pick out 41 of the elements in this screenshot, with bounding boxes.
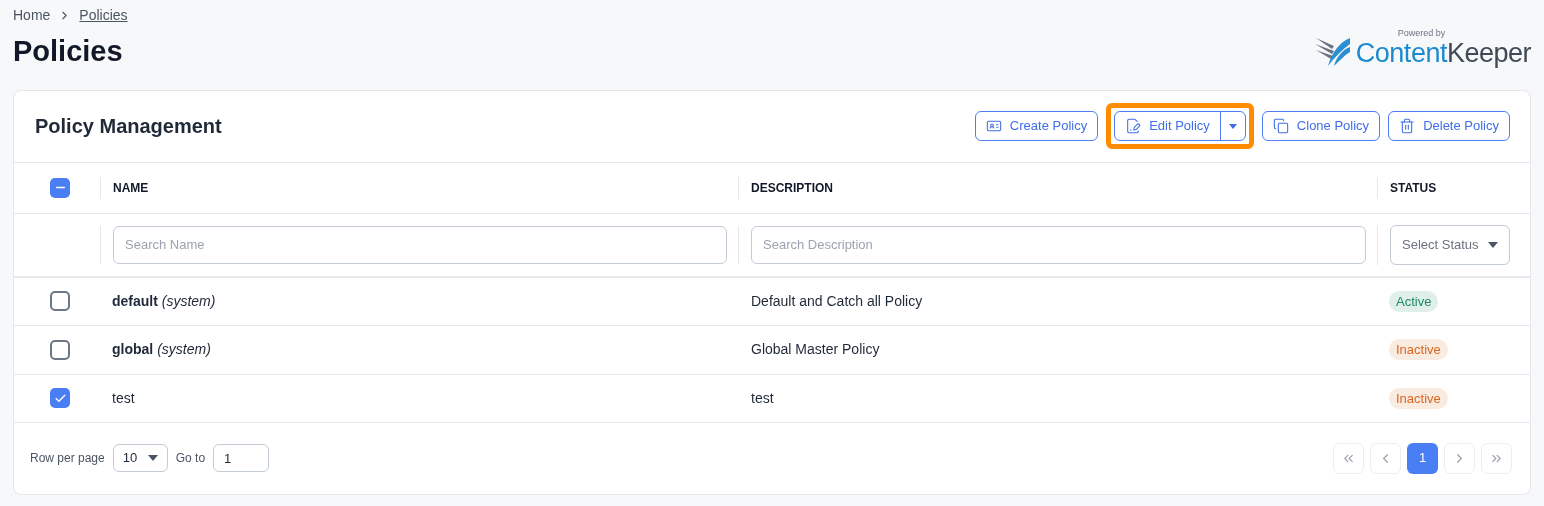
column-header: NAME	[113, 179, 149, 197]
search-name-field[interactable]: Search Name	[113, 225, 727, 264]
rows-per-page-select[interactable]: 10	[112, 444, 168, 472]
rows-per-page-label: Row per page	[30, 450, 105, 467]
action-button[interactable]: Create Policy	[975, 112, 1098, 140]
breadcrumb-link[interactable]: Policies	[79, 5, 128, 26]
policy-name: global (system)	[112, 341, 211, 358]
status-badge: Inactive	[1389, 339, 1448, 361]
copy-icon	[1272, 118, 1289, 134]
logo-text: Keeper	[1446, 38, 1531, 68]
go-to-field[interactable]: 1	[213, 444, 270, 472]
checkbox[interactable]	[50, 291, 70, 312]
policy-description: test	[751, 389, 774, 406]
status-select[interactable]: Select Status	[1390, 224, 1510, 265]
column-header: DESCRIPTION	[751, 179, 833, 197]
status-badge: Active	[1389, 290, 1439, 312]
search-description-field[interactable]: Search Description	[751, 225, 1366, 264]
logo-text: Content	[1355, 38, 1447, 68]
trash-icon	[1399, 118, 1416, 134]
page-button[interactable]: 1	[1407, 442, 1438, 474]
action-button[interactable]: Clone Policy	[1262, 112, 1380, 140]
pen-square-icon	[1125, 118, 1142, 134]
card-title: Policy Management	[35, 114, 222, 139]
status-badge: Inactive	[1389, 387, 1448, 409]
id-card-icon	[985, 118, 1002, 134]
caret-icon	[1488, 241, 1498, 248]
column-header: STATUS	[1390, 179, 1437, 197]
go-to-label: Go to	[175, 450, 206, 467]
policy-description: Default and Catch all Policy	[751, 292, 923, 309]
logo-tagline: Powered by	[1397, 28, 1447, 38]
policy-name: test	[112, 389, 135, 406]
policy-description: Global Master Policy	[751, 341, 880, 358]
action-button[interactable]: Delete Policy	[1389, 112, 1509, 140]
policy-name: default (system)	[112, 292, 216, 309]
breadcrumb-link[interactable]: Home	[13, 5, 51, 26]
caret-icon	[1228, 123, 1237, 129]
caret-icon	[147, 455, 158, 461]
checkbox[interactable]	[50, 339, 70, 360]
page-title: Policies	[13, 34, 124, 69]
checkbox[interactable]	[50, 177, 70, 198]
checkbox[interactable]	[50, 388, 70, 409]
